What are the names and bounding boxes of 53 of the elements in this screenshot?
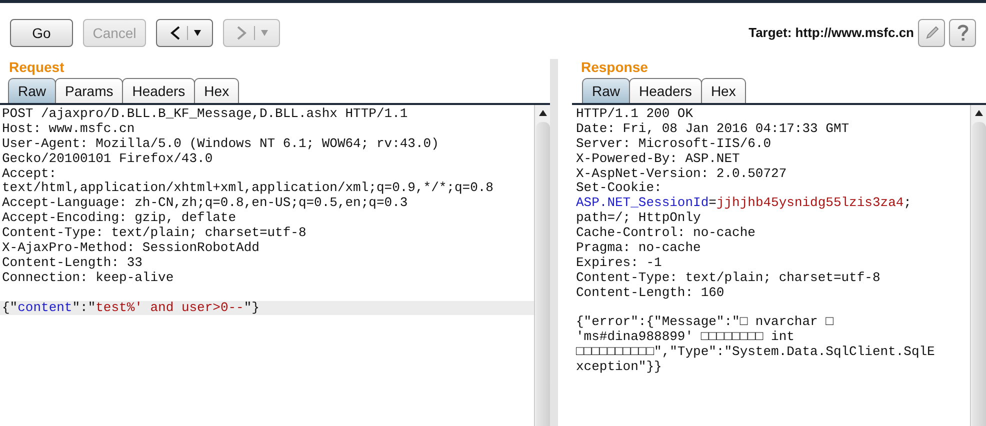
- code-line: 'ms#dina988899' □□□□□□□□ int: [575, 330, 796, 346]
- scrollbar[interactable]: [970, 105, 986, 426]
- code-line: path=/; HttpOnly: [575, 211, 702, 226]
- chevron-right-icon: [236, 24, 248, 40]
- code-line: User-Agent: Mozilla/5.0 (Windows NT 6.1; WOW64; rv:43.0): [1, 136, 440, 152]
- chevron-left-icon: [168, 24, 180, 40]
- code-line: text/html,application/xhtml+xml,application/xml;q=0.9,*/*;q=0.8: [1, 181, 494, 196]
- code-line: Content-Length: 160: [575, 286, 726, 301]
- code-line: Gecko/20100101 Firefox/43.0: [1, 152, 214, 167]
- code-line: xception"}}: [575, 360, 663, 376]
- toolbar-button[interactable]: Go: [10, 18, 73, 46]
- code-line: Accept:: [1, 166, 58, 182]
- back-button[interactable]: [156, 18, 213, 46]
- code-line: □□□□□□□□□□","Type":"System.Data.SqlClient.SqlE: [575, 345, 936, 360]
- caret-icon: [260, 30, 268, 36]
- tab[interactable]: Hex: [194, 78, 240, 103]
- code-line: Host: www.msfc.cn: [1, 122, 136, 137]
- pane-title: Response: [580, 59, 649, 77]
- code-line: Expires: -1: [575, 256, 663, 271]
- code-line: Accept-Language: zh-CN,zh;q=0.8,en-US;q=0.5,en;q=0.3: [1, 196, 409, 212]
- question-icon: [956, 24, 968, 42]
- tab[interactable]: Raw: [8, 78, 56, 103]
- code-line: X-AjaxPro-Method: SessionRobotAdd: [1, 241, 260, 256]
- tab[interactable]: Hex: [700, 78, 746, 103]
- code-line: Date: Fri, 08 Jan 2016 04:17:33 GMT: [575, 122, 850, 137]
- tab[interactable]: Headers: [122, 78, 196, 103]
- code-line: Accept-Encoding: gzip, deflate: [1, 211, 238, 226]
- code-line: Set-Cookie:: [575, 181, 663, 196]
- code-line: POST /ajaxpro/D.BLL.B_KF_Message,D.BLL.ashx HTTP/1.1: [1, 107, 409, 122]
- scroll-up-icon: [538, 110, 546, 116]
- code-line: X-AspNet-Version: 2.0.50727: [575, 166, 788, 182]
- code-line: HTTP/1.1 200 OK: [575, 107, 694, 122]
- caret-icon: [194, 30, 200, 36]
- code-line: Content-Length: 33: [1, 256, 144, 271]
- tab[interactable]: Params: [55, 78, 124, 103]
- code-line: Content-Type: text/plain; charset=utf-8: [1, 226, 308, 242]
- code-line: Content-Type: text/plain; charset=utf-8: [575, 270, 882, 286]
- code-line: Connection: keep-alive: [1, 270, 175, 286]
- scrollbar[interactable]: [534, 105, 550, 426]
- pencil-icon: [924, 24, 940, 40]
- help-button[interactable]: [949, 18, 976, 46]
- edit-button[interactable]: [918, 18, 945, 46]
- code-line: {"error":{"Message":"□ nvarchar □: [575, 315, 834, 330]
- code-line: X-Powered-By: ASP.NET: [575, 152, 741, 167]
- tab[interactable]: Headers: [629, 78, 702, 103]
- code-line: Pragma: no-cache: [575, 241, 702, 256]
- target-label: Target: http://www.msfc.cn: [748, 25, 914, 40]
- code-line: Cache-Control: no-cache: [575, 226, 756, 242]
- code-line: Server: Microsoft-IIS/6.0: [575, 136, 772, 152]
- tab[interactable]: Raw: [582, 78, 630, 103]
- scroll-up-icon: [974, 110, 982, 116]
- code-line: ASP.NET_SessionId=jjhjhb45ysnidg55lzis3za4;: [575, 196, 912, 212]
- pane-title: Request: [8, 59, 66, 77]
